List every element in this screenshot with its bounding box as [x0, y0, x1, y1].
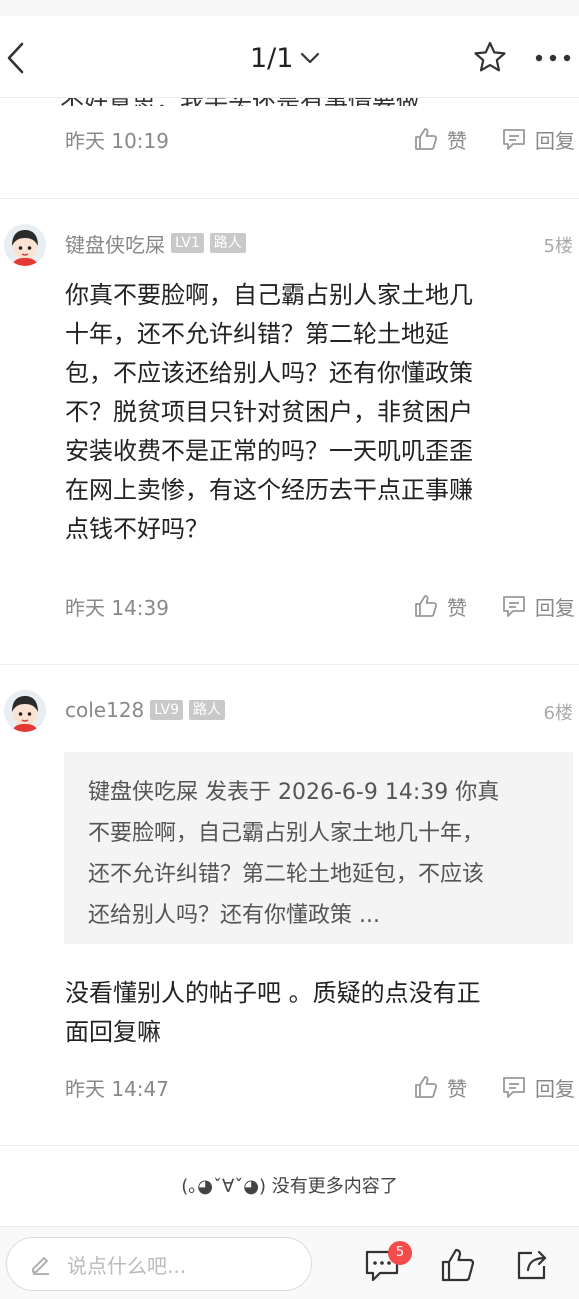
avatar[interactable] — [4, 690, 46, 732]
chevron-left-icon — [7, 42, 24, 74]
pencil-icon — [32, 1257, 49, 1275]
like-post-button[interactable] — [438, 1245, 478, 1285]
thumb-up-icon — [415, 128, 438, 150]
comment-line: 不？脱贫项目只针对贫困户，非贫困户 — [65, 398, 473, 426]
like-label: 赞 — [447, 1076, 467, 1101]
top-nav-bar: 1/1 — [0, 16, 579, 98]
end-of-list-note: (｡◕ˇ∀ˇ◕) 没有更多内容了 — [181, 1176, 398, 1197]
role-badge: 路人 — [189, 700, 226, 720]
page-selector[interactable]: 1/1 — [250, 38, 321, 78]
comment-bubble-icon — [503, 596, 525, 617]
username[interactable]: 键盘侠吃屎 — [65, 229, 165, 258]
comment-line: 没看懂别人的帖子吧 。质疑的点没有正 — [65, 979, 481, 1007]
reply-label: 回复 — [535, 595, 575, 620]
reply-label: 回复 — [535, 128, 575, 153]
cutoff-comment-text: 不好意思，我手头还是有事情要做 — [0, 98, 579, 106]
comment-meta-row: 昨天 14:47 赞 回复 — [65, 1072, 575, 1102]
divider — [0, 1145, 579, 1146]
thumb-up-icon — [415, 595, 438, 617]
quoted-comment[interactable]: 键盘侠吃屎 发表于 2026-6-9 14:39 你真 不要脸啊，自己霸占别人家… — [64, 752, 573, 944]
comment-line: 面回复嘛 — [65, 1018, 161, 1046]
share-icon — [517, 1250, 547, 1280]
more-options-button[interactable] — [530, 36, 576, 80]
role-badge: 路人 — [209, 233, 246, 253]
reply-label: 回复 — [535, 1076, 575, 1101]
comment-user-row: cole128 LV9 路人 — [65, 695, 226, 725]
comment-bubble-icon — [503, 129, 525, 150]
comment-actions: 赞 回复 — [413, 124, 575, 154]
quote-line: 不要脸啊，自己霸占别人家土地几十年， — [88, 821, 485, 846]
comment-line: 点钱不好吗？ — [65, 515, 209, 543]
comment-time: 昨天 10:19 — [65, 128, 169, 153]
page-indicator-label: 1/1 — [250, 42, 294, 74]
comment-meta-row: 昨天 10:19 赞 回复 — [65, 124, 575, 154]
favorite-button[interactable] — [470, 36, 510, 80]
quote-line: 还不允许纠错？第二轮土地延包，不应该 — [88, 862, 485, 887]
floor-number: 5楼 — [543, 236, 573, 257]
back-button[interactable] — [0, 36, 36, 80]
comment-line: 你真不要脸啊，自己霸占别人家土地几 — [65, 281, 473, 309]
comment-meta-row: 昨天 14:39 赞 回复 — [65, 591, 575, 621]
thumb-up-icon — [441, 1248, 475, 1282]
comment-body: 你真不要脸啊，自己霸占别人家土地几 十年，还不允许纠错？第二轮土地延 包，不应该… — [65, 276, 545, 549]
reply-button[interactable]: 回复 — [501, 592, 575, 621]
comment-line: 包，不应该还给别人吗？还有你懂政策 — [65, 359, 473, 387]
like-label: 赞 — [447, 595, 467, 620]
level-badge: LV1 — [171, 233, 204, 253]
like-button[interactable]: 赞 — [413, 592, 467, 621]
comment-user-row: 键盘侠吃屎 LV1 路人 — [65, 228, 246, 258]
star-icon — [474, 41, 506, 72]
quote-line: 键盘侠吃屎 发表于 2026-6-9 14:39 你真 — [88, 780, 500, 805]
comment-input[interactable]: 说点什么吧... — [6, 1237, 312, 1291]
comment-time: 昨天 14:39 — [65, 595, 169, 620]
comment-bubble-icon — [503, 1077, 525, 1098]
like-label: 赞 — [447, 128, 467, 153]
more-dots-icon — [535, 54, 571, 62]
level-badge: LV9 — [150, 700, 184, 720]
reply-button[interactable]: 回复 — [501, 1073, 575, 1102]
input-placeholder: 说点什么吧... — [67, 1253, 187, 1278]
comment-line: 安装收费不是正常的吗？一天叽叽歪歪 — [65, 437, 473, 465]
username[interactable]: cole128 — [65, 698, 144, 722]
avatar[interactable] — [4, 224, 46, 266]
comment-body: 没看懂别人的帖子吧 。质疑的点没有正 面回复嘛 — [65, 974, 545, 1052]
status-bar — [0, 0, 579, 16]
like-button[interactable]: 赞 — [413, 1073, 467, 1102]
comment-line: 在网上卖惨，有这个经历去干点正事赚 — [65, 476, 473, 504]
share-button[interactable] — [512, 1245, 552, 1285]
divider — [0, 198, 579, 199]
reply-button[interactable]: 回复 — [501, 125, 575, 154]
floor-number: 6楼 — [543, 703, 573, 724]
comment-actions: 赞 回复 — [413, 591, 575, 621]
divider — [0, 664, 579, 665]
avatar-icon — [4, 690, 46, 732]
comment-count-badge: 5 — [388, 1241, 412, 1265]
bottom-action-bar: 说点什么吧... 5 — [0, 1226, 579, 1299]
comment-actions: 赞 回复 — [413, 1072, 575, 1102]
quote-line: 还给别人吗？还有你懂政策 ... — [88, 903, 380, 928]
avatar-icon — [4, 224, 46, 266]
thumb-up-icon — [415, 1076, 438, 1098]
comment-time: 昨天 14:47 — [65, 1076, 169, 1101]
comment-line: 十年，还不允许纠错？第二轮土地延 — [65, 320, 449, 348]
chevron-down-icon — [301, 52, 320, 64]
like-button[interactable]: 赞 — [413, 125, 467, 154]
